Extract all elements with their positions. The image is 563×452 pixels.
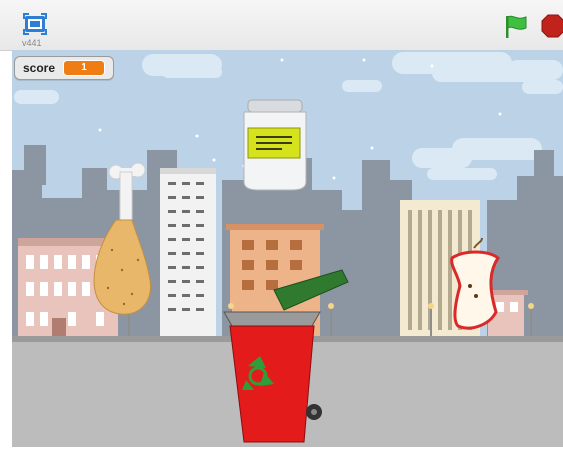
fullscreen-button[interactable] (22, 12, 48, 36)
score-label: score (23, 61, 56, 75)
fullscreen-icon (23, 13, 47, 35)
player-toolbar: v441 (0, 0, 563, 51)
stage[interactable] (12, 50, 563, 447)
stop-sign-icon (541, 14, 563, 38)
version-label: v441 (22, 38, 42, 48)
glass-jar-sprite[interactable] (243, 99, 307, 191)
building-white-tall (160, 168, 216, 338)
green-flag-button[interactable] (503, 14, 529, 40)
score-variable-monitor[interactable]: score 1 (14, 56, 115, 80)
score-value: 1 (63, 60, 106, 76)
stop-button[interactable] (541, 14, 563, 38)
green-flag-icon (506, 15, 527, 38)
scratch-player: v441 score 1 (0, 0, 563, 452)
